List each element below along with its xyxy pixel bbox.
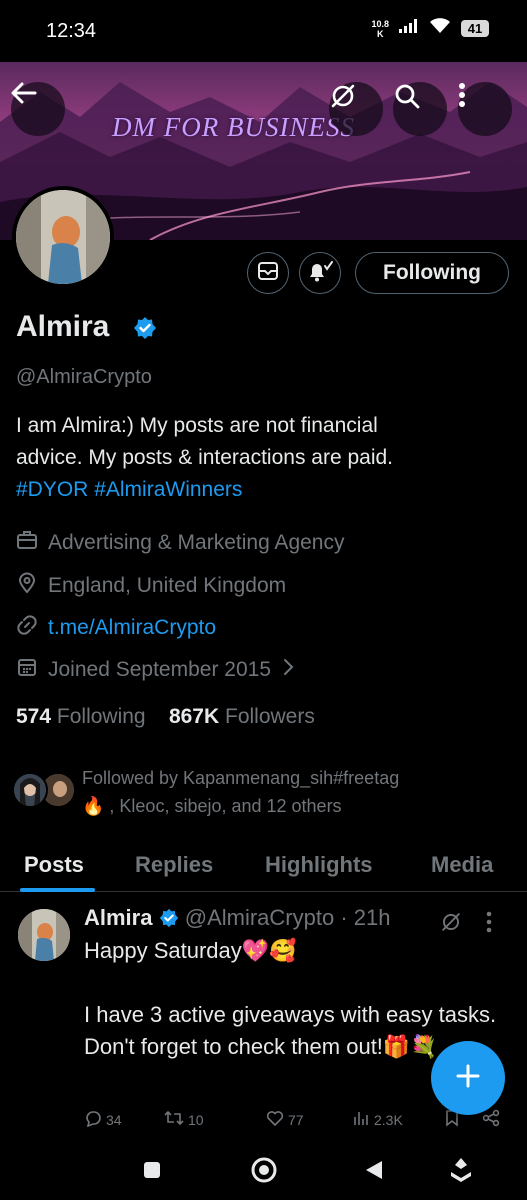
heart-icon [266,1109,284,1130]
profile-joined[interactable]: Joined September 2015 [16,656,295,684]
follower-avatar [12,772,48,808]
post-time: · 21h [334,905,391,930]
status-time: 12:34 [46,20,97,42]
hashtag-link[interactable]: #AlmiraWinners [94,478,242,501]
wifi-icon [429,18,451,39]
post-avatar[interactable] [18,909,70,961]
like-action[interactable]: 77 [266,1109,304,1130]
avatar-photo [16,190,110,284]
more-options-button[interactable] [458,82,512,136]
tab-replies[interactable]: Replies [135,852,213,878]
profile-bio: I am Almira:) My posts are not financial… [16,414,394,501]
banner-text: DM FOR BUSINESS [112,112,355,142]
grok-button[interactable] [329,82,383,136]
active-tab-indicator [20,888,95,892]
profile-website: t.me/AlmiraCrypto [16,614,216,642]
hashtag-link[interactable]: #DYOR [16,478,88,501]
message-button[interactable] [247,252,289,294]
post-more-icon[interactable] [486,911,492,938]
share-icon[interactable] [482,1109,500,1127]
views-icon [352,1109,370,1130]
status-icons: 10.8 K 41 [371,18,489,39]
profile-location: England, United Kingdom [16,572,286,600]
profile-avatar[interactable] [12,186,114,288]
network-speed: 10.8 K [371,18,389,39]
back-button[interactable] [11,82,65,136]
following-count-link[interactable]: 574 Following [16,705,146,728]
compose-button[interactable] [431,1041,505,1115]
chevron-right-icon [281,657,295,683]
repost-icon [164,1109,184,1130]
status-bar: 12:34 10.8 K 41 [0,0,527,62]
website-link[interactable]: t.me/AlmiraCrypto [48,616,216,640]
system-nav-bar [0,1146,527,1200]
tab-media[interactable]: Media [431,852,493,878]
plus-icon [455,1063,481,1094]
link-icon [16,614,38,642]
back-triangle-icon[interactable] [364,1159,384,1186]
profile-tabs: Posts Replies Highlights Media [0,840,527,892]
followed-by-text[interactable]: Followed by Kapanmenang_sih#freetag 🔥 , … [82,764,512,820]
followers-count-link[interactable]: 867K Followers [169,705,315,728]
calendar-icon [16,656,38,684]
profile-handle: @AlmiraCrypto [16,366,152,388]
grok-icon[interactable] [440,911,462,938]
tab-posts[interactable]: Posts [24,852,84,878]
location-pin-icon [16,572,38,600]
recent-apps-icon[interactable] [142,1160,162,1185]
follow-counts: 574 Following 867K Followers [16,705,315,729]
notifications-button[interactable] [299,252,341,294]
mail-icon [257,261,279,286]
verified-badge-icon [159,908,179,934]
post-text: Happy Saturday💖🥰 I have 3 active giveawa… [84,938,497,1059]
reply-action[interactable]: 34 [84,1109,122,1130]
reply-icon [84,1109,102,1130]
post-header: Almira @AlmiraCrypto · 21h [84,905,390,934]
search-button[interactable] [393,82,447,136]
profile-category: Advertising & Marketing Agency [16,530,344,556]
post-actions: 34 10 77 2.3K [84,1109,514,1133]
home-circle-icon[interactable] [250,1156,278,1189]
assistant-icon[interactable] [449,1156,473,1191]
post-author-name[interactable]: Almira [84,905,152,930]
views-action[interactable]: 2.3K [352,1109,403,1130]
signal-icon [399,19,419,38]
verified-badge-icon[interactable] [133,316,157,345]
bell-check-icon [306,259,334,288]
battery-icon: 41 [461,20,489,37]
tab-highlights[interactable]: Highlights [265,852,373,878]
briefcase-icon [16,530,38,556]
post-author-handle: @AlmiraCrypto [184,905,335,930]
following-button[interactable]: Following [355,252,509,294]
profile-name: Almira [16,310,110,343]
repost-action[interactable]: 10 [164,1109,204,1130]
